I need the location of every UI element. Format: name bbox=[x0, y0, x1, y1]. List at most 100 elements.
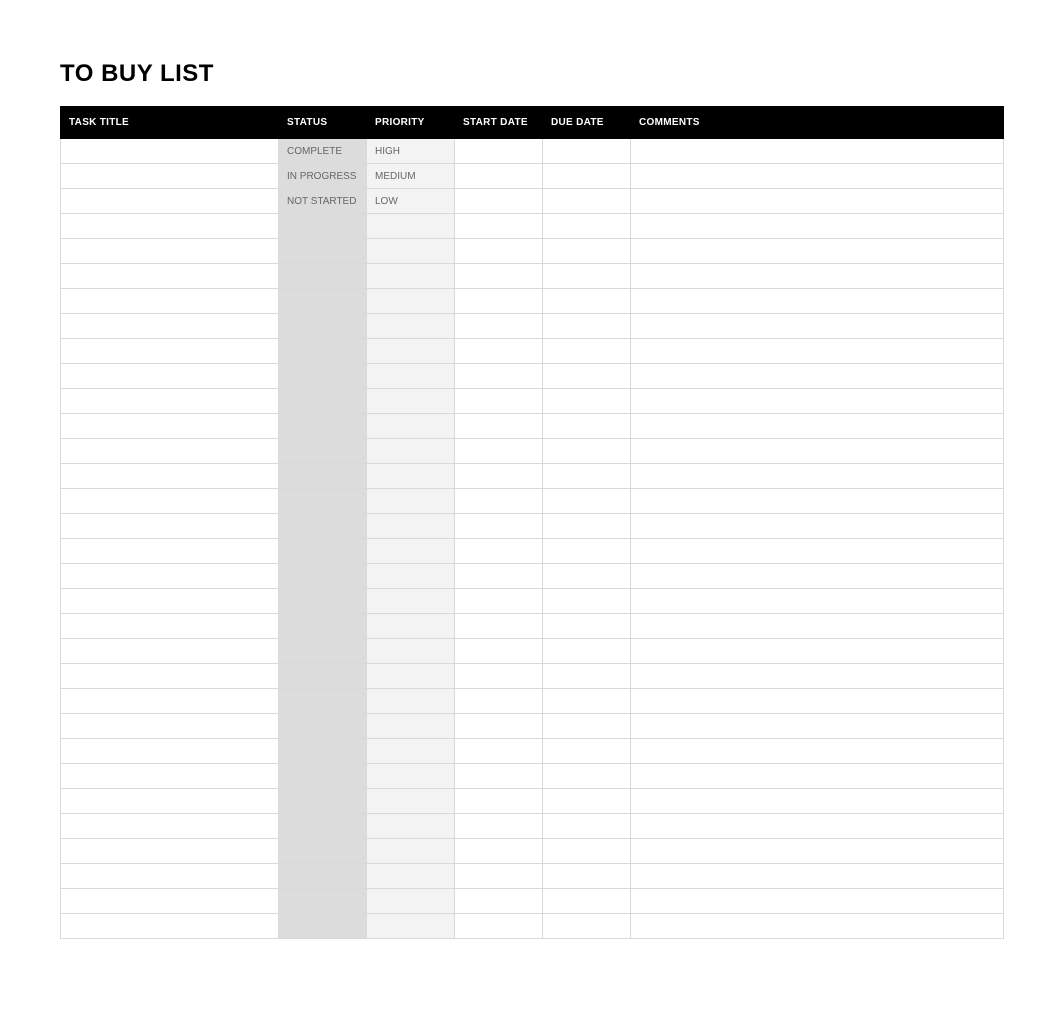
cell-task-title[interactable] bbox=[61, 514, 279, 539]
cell-start-date[interactable] bbox=[455, 739, 543, 764]
cell-comments[interactable] bbox=[631, 389, 1004, 414]
cell-start-date[interactable] bbox=[455, 464, 543, 489]
cell-comments[interactable] bbox=[631, 514, 1004, 539]
cell-task-title[interactable] bbox=[61, 889, 279, 914]
cell-task-title[interactable] bbox=[61, 464, 279, 489]
cell-due-date[interactable] bbox=[543, 289, 631, 314]
cell-start-date[interactable] bbox=[455, 314, 543, 339]
cell-task-title[interactable] bbox=[61, 739, 279, 764]
cell-due-date[interactable] bbox=[543, 214, 631, 239]
cell-due-date[interactable] bbox=[543, 914, 631, 939]
cell-priority[interactable] bbox=[367, 664, 455, 689]
cell-comments[interactable] bbox=[631, 214, 1004, 239]
cell-status[interactable] bbox=[279, 739, 367, 764]
cell-start-date[interactable] bbox=[455, 789, 543, 814]
cell-start-date[interactable] bbox=[455, 239, 543, 264]
cell-status[interactable]: COMPLETE bbox=[279, 139, 367, 164]
cell-due-date[interactable] bbox=[543, 539, 631, 564]
cell-start-date[interactable] bbox=[455, 139, 543, 164]
cell-priority[interactable] bbox=[367, 289, 455, 314]
cell-priority[interactable] bbox=[367, 689, 455, 714]
cell-due-date[interactable] bbox=[543, 489, 631, 514]
cell-status[interactable] bbox=[279, 514, 367, 539]
cell-priority[interactable] bbox=[367, 889, 455, 914]
cell-task-title[interactable] bbox=[61, 839, 279, 864]
cell-due-date[interactable] bbox=[543, 139, 631, 164]
cell-priority[interactable] bbox=[367, 714, 455, 739]
cell-status[interactable] bbox=[279, 839, 367, 864]
cell-status[interactable] bbox=[279, 664, 367, 689]
cell-priority[interactable]: LOW bbox=[367, 189, 455, 214]
cell-status[interactable] bbox=[279, 364, 367, 389]
cell-priority[interactable] bbox=[367, 439, 455, 464]
cell-status[interactable] bbox=[279, 814, 367, 839]
cell-status[interactable] bbox=[279, 714, 367, 739]
cell-status[interactable] bbox=[279, 689, 367, 714]
cell-priority[interactable] bbox=[367, 314, 455, 339]
cell-task-title[interactable] bbox=[61, 789, 279, 814]
cell-status[interactable] bbox=[279, 339, 367, 364]
cell-due-date[interactable] bbox=[543, 714, 631, 739]
cell-task-title[interactable] bbox=[61, 614, 279, 639]
cell-comments[interactable] bbox=[631, 489, 1004, 514]
cell-task-title[interactable] bbox=[61, 589, 279, 614]
cell-task-title[interactable] bbox=[61, 289, 279, 314]
cell-task-title[interactable] bbox=[61, 339, 279, 364]
cell-start-date[interactable] bbox=[455, 214, 543, 239]
cell-priority[interactable] bbox=[367, 264, 455, 289]
cell-task-title[interactable] bbox=[61, 914, 279, 939]
cell-status[interactable] bbox=[279, 764, 367, 789]
cell-comments[interactable] bbox=[631, 439, 1004, 464]
cell-start-date[interactable] bbox=[455, 564, 543, 589]
cell-status[interactable] bbox=[279, 289, 367, 314]
cell-due-date[interactable] bbox=[543, 764, 631, 789]
cell-due-date[interactable] bbox=[543, 264, 631, 289]
cell-due-date[interactable] bbox=[543, 889, 631, 914]
cell-status[interactable] bbox=[279, 564, 367, 589]
cell-priority[interactable] bbox=[367, 489, 455, 514]
cell-task-title[interactable] bbox=[61, 239, 279, 264]
cell-task-title[interactable] bbox=[61, 214, 279, 239]
cell-start-date[interactable] bbox=[455, 339, 543, 364]
cell-due-date[interactable] bbox=[543, 164, 631, 189]
cell-start-date[interactable] bbox=[455, 289, 543, 314]
cell-task-title[interactable] bbox=[61, 414, 279, 439]
cell-priority[interactable] bbox=[367, 864, 455, 889]
cell-task-title[interactable] bbox=[61, 489, 279, 514]
cell-status[interactable] bbox=[279, 214, 367, 239]
cell-priority[interactable] bbox=[367, 814, 455, 839]
cell-task-title[interactable] bbox=[61, 539, 279, 564]
cell-status[interactable] bbox=[279, 864, 367, 889]
cell-task-title[interactable] bbox=[61, 814, 279, 839]
cell-task-title[interactable] bbox=[61, 864, 279, 889]
cell-status[interactable] bbox=[279, 389, 367, 414]
cell-comments[interactable] bbox=[631, 739, 1004, 764]
cell-status[interactable]: NOT STARTED bbox=[279, 189, 367, 214]
cell-due-date[interactable] bbox=[543, 839, 631, 864]
cell-due-date[interactable] bbox=[543, 564, 631, 589]
cell-task-title[interactable] bbox=[61, 389, 279, 414]
cell-priority[interactable] bbox=[367, 464, 455, 489]
cell-task-title[interactable] bbox=[61, 139, 279, 164]
cell-due-date[interactable] bbox=[543, 439, 631, 464]
cell-comments[interactable] bbox=[631, 789, 1004, 814]
cell-task-title[interactable] bbox=[61, 314, 279, 339]
cell-start-date[interactable] bbox=[455, 814, 543, 839]
cell-due-date[interactable] bbox=[543, 389, 631, 414]
cell-comments[interactable] bbox=[631, 664, 1004, 689]
cell-priority[interactable] bbox=[367, 414, 455, 439]
cell-start-date[interactable] bbox=[455, 714, 543, 739]
cell-due-date[interactable] bbox=[543, 689, 631, 714]
cell-comments[interactable] bbox=[631, 164, 1004, 189]
cell-status[interactable] bbox=[279, 889, 367, 914]
cell-due-date[interactable] bbox=[543, 464, 631, 489]
cell-start-date[interactable] bbox=[455, 164, 543, 189]
cell-priority[interactable] bbox=[367, 514, 455, 539]
cell-priority[interactable] bbox=[367, 364, 455, 389]
cell-start-date[interactable] bbox=[455, 764, 543, 789]
cell-comments[interactable] bbox=[631, 689, 1004, 714]
cell-status[interactable] bbox=[279, 239, 367, 264]
cell-due-date[interactable] bbox=[543, 414, 631, 439]
cell-due-date[interactable] bbox=[543, 639, 631, 664]
cell-task-title[interactable] bbox=[61, 764, 279, 789]
